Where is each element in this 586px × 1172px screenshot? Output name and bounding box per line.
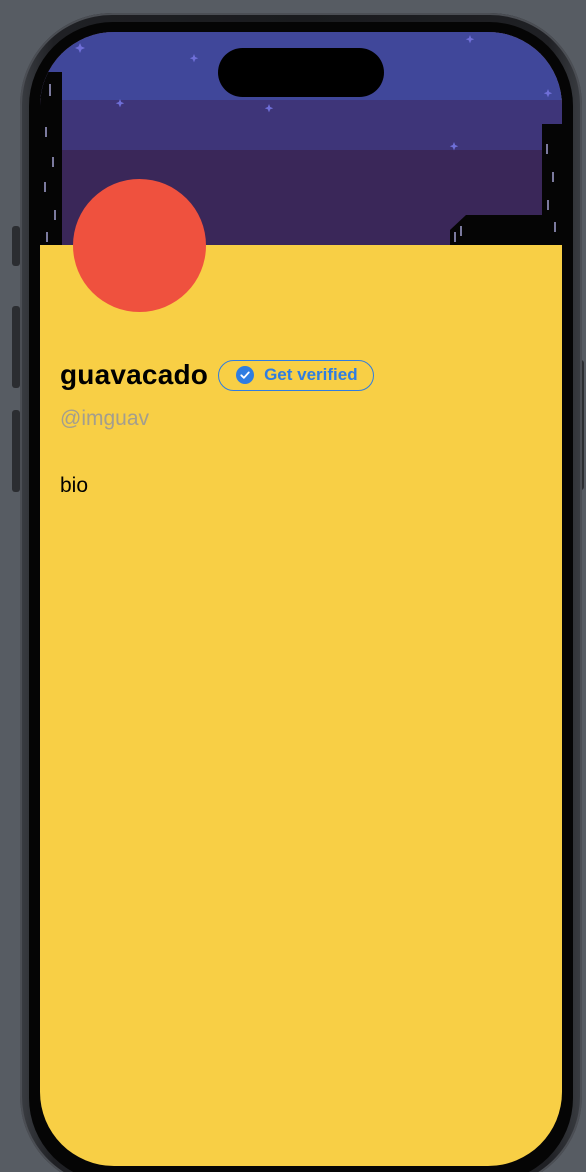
user-handle: @imguav: [60, 407, 150, 430]
check-badge-icon: [236, 366, 255, 384]
volume-down-button: [12, 410, 20, 492]
volume-up-button: [12, 306, 20, 388]
display-name: guavacado: [60, 359, 209, 390]
action-button: [12, 226, 20, 266]
avatar[interactable]: [73, 179, 206, 312]
dynamic-island: [218, 48, 384, 97]
get-verified-label: Get verified: [264, 365, 358, 384]
building-silhouette: [40, 72, 62, 245]
profile-screen: guavacado Get verified @imguav bio: [40, 32, 562, 1166]
building-silhouette: [450, 215, 542, 245]
name-row: guavacado Get verified: [60, 358, 374, 392]
checkmark-icon: [240, 371, 250, 379]
building-silhouette: [542, 124, 562, 245]
simulator-backdrop: guavacado Get verified @imguav bio: [0, 0, 586, 1172]
bio-text: bio: [60, 474, 89, 497]
get-verified-button[interactable]: Get verified: [218, 359, 374, 391]
